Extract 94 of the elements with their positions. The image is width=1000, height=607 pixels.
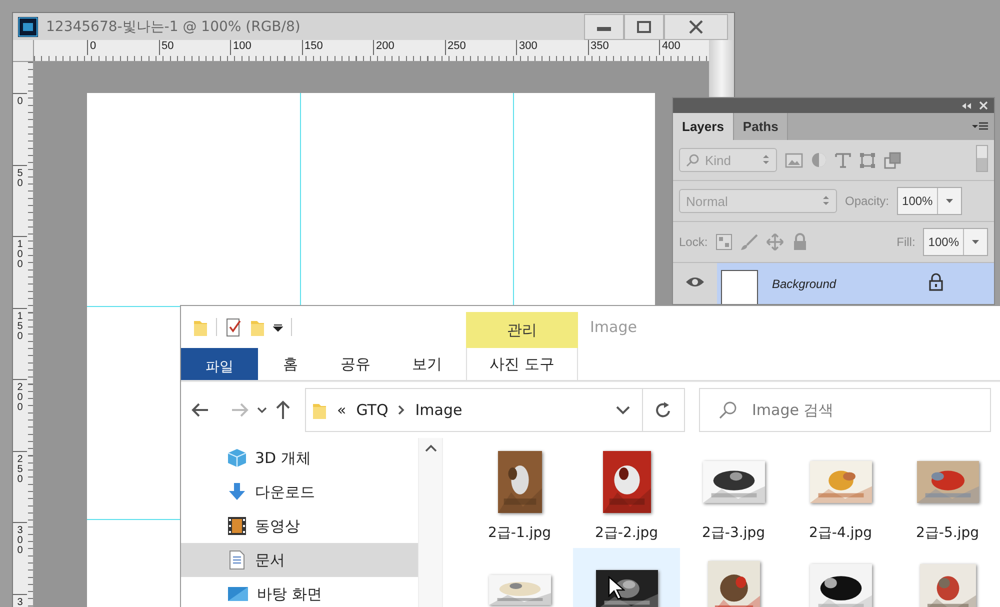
spinner-icon [762, 154, 770, 164]
chevron-up-icon [424, 444, 437, 453]
file-name: 2급-1.jpg [488, 524, 551, 542]
file-name: 2급-2.jpg [595, 524, 658, 542]
ruler-label: 0 [90, 40, 96, 52]
ruler-label: 200 [16, 383, 24, 413]
properties-icon [225, 317, 242, 337]
recent-locations-button[interactable] [257, 406, 267, 414]
nav-item[interactable]: 3D 개체 [181, 441, 418, 475]
opacity-field[interactable]: 100% [897, 187, 962, 215]
shape-filter-icon [859, 152, 876, 168]
smart-object-filter-icon [884, 152, 901, 168]
scrollbar[interactable] [418, 438, 443, 607]
document-icon [227, 550, 247, 570]
image-filter-icon [785, 152, 803, 168]
lock-label: Lock: [679, 235, 708, 249]
file-name: 2급-4.jpg [809, 524, 872, 542]
refresh-button[interactable] [643, 388, 685, 432]
lock-transparency-icon [716, 234, 732, 250]
ruler-label: 300 [519, 40, 538, 52]
context-tab-label: 관리 [466, 312, 578, 348]
fill-field[interactable]: 100% [923, 228, 988, 256]
opacity-label: Opacity: [845, 194, 890, 208]
lock-icon [792, 233, 808, 251]
breadcrumb[interactable]: Image [415, 401, 462, 419]
caret-icon [273, 322, 283, 332]
address-bar[interactable]: « GTQ Image [305, 388, 643, 432]
caret-icon [972, 240, 979, 244]
ps-app-icon [18, 16, 38, 36]
breadcrumb-overflow[interactable]: « [337, 401, 346, 419]
window-title: Image [590, 318, 637, 336]
forward-arrow-icon [230, 402, 249, 418]
panel-tab[interactable]: Paths [734, 113, 788, 140]
ruler-label: 200 [376, 40, 394, 52]
ruler-label: 0 [16, 97, 24, 107]
down-arrow-icon [227, 482, 247, 502]
up-button[interactable] [275, 400, 291, 420]
window-title: 12345678-빛나는-1 @ 100% (RGB/8) [46, 18, 300, 36]
refresh-icon [655, 402, 672, 418]
caret-icon [946, 199, 953, 203]
move-icon [766, 233, 784, 251]
search-icon [686, 154, 699, 166]
nav-item[interactable]: 바탕 화면 [181, 577, 418, 607]
ruler-label: 100 [233, 40, 252, 52]
nav-item[interactable]: 다운로드 [181, 475, 418, 509]
chevron-right-icon [398, 405, 406, 415]
chevron-down-icon [616, 406, 630, 415]
maximize-button[interactable] [624, 14, 664, 40]
ruler-label: 350 [590, 40, 609, 52]
back-button[interactable] [191, 402, 210, 418]
maximize-icon [637, 21, 651, 33]
ruler-label: 100 [16, 240, 24, 270]
ruler-label: 3 [16, 598, 24, 607]
fill-label: Fill: [896, 235, 916, 249]
close-icon [979, 101, 988, 110]
file-name: 2급-3.jpg [702, 524, 765, 542]
brush-icon [740, 234, 758, 250]
filter-toggle-icon [976, 145, 988, 172]
close-button[interactable] [664, 14, 728, 40]
file-name: 2급-5.jpg [916, 524, 979, 542]
back-arrow-icon [191, 402, 210, 418]
search-field[interactable]: Image 검색 [699, 388, 991, 432]
ribbon-tab[interactable]: 파일 [181, 348, 258, 380]
layer-name: Background [772, 276, 838, 290]
ruler-label: 150 [304, 40, 323, 52]
ruler-label: 400 [662, 40, 680, 52]
ruler-label: 250 [16, 454, 24, 484]
nav-item[interactable]: 문서 [181, 543, 418, 577]
spinner-icon [822, 194, 830, 206]
adjustment-filter-icon [811, 152, 827, 168]
panel-menu-icon [972, 121, 988, 131]
cube-icon [227, 448, 247, 468]
type-filter-icon [835, 152, 851, 168]
ruler-label: 50 [162, 40, 174, 52]
ruler-label: 50 [16, 168, 24, 188]
ruler-label: 300 [16, 526, 24, 556]
ruler-label: 250 [448, 40, 466, 52]
mouse-cursor-icon [608, 576, 624, 600]
lock-icon [928, 273, 944, 291]
minimize-button[interactable] [584, 14, 624, 40]
panel-tab[interactable]: Layers [673, 113, 734, 140]
layer-row[interactable]: Background [717, 263, 994, 304]
breadcrumb[interactable]: GTQ [356, 401, 388, 419]
close-icon [689, 20, 703, 34]
chevron-down-icon [257, 406, 267, 414]
nav-item[interactable]: 동영상 [181, 509, 418, 543]
film-icon [227, 516, 247, 536]
monitor-icon [227, 584, 249, 604]
eye-icon [685, 275, 705, 289]
ribbon-tab[interactable]: 사진 도구 [466, 348, 578, 381]
search-icon [719, 401, 737, 419]
up-arrow-icon [275, 400, 291, 420]
collapse-icon [961, 102, 971, 110]
ruler-label: 150 [16, 312, 24, 342]
